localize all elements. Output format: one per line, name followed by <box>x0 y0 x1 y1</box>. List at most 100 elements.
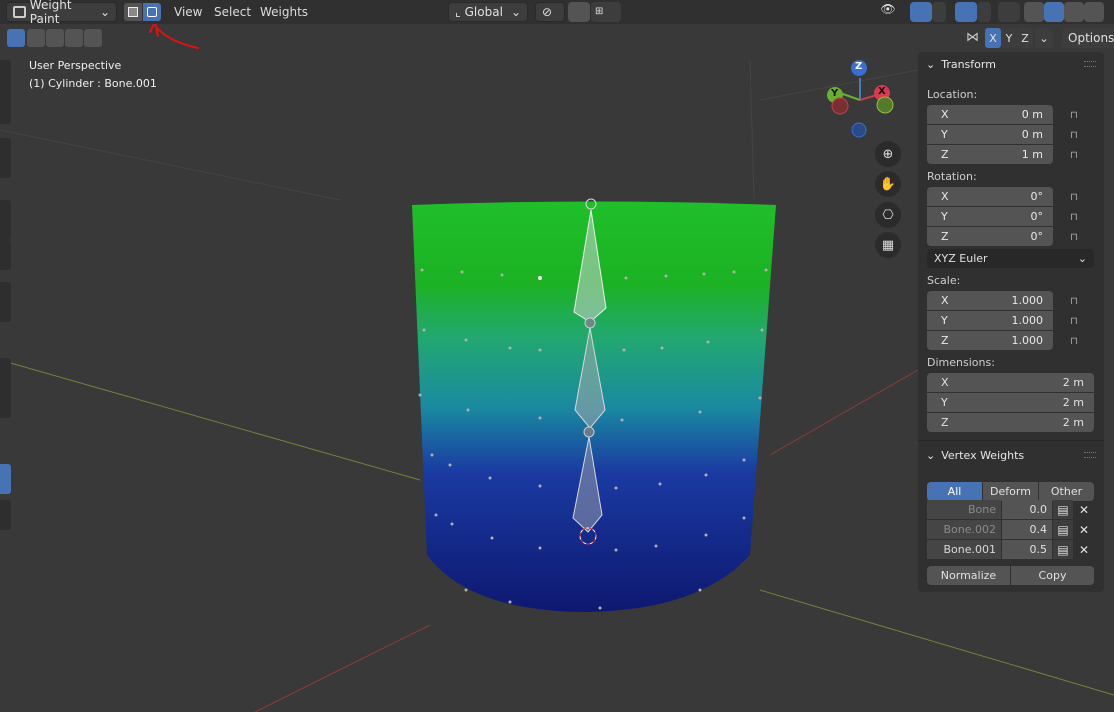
rotation-y-field[interactable]: Y 0° <box>927 207 1053 226</box>
overlay-toggle[interactable] <box>955 2 977 22</box>
bone-weight-value[interactable]: 0.0 <box>1002 500 1052 519</box>
lock-icon[interactable]: ⊓ <box>1070 296 1084 307</box>
bone-name[interactable]: Bone.001 <box>927 540 1001 559</box>
axis-label: X <box>941 190 949 203</box>
rotation-x-field[interactable]: X 0° <box>927 187 1053 206</box>
menu-view[interactable]: View <box>168 2 208 22</box>
options-button[interactable]: Options <box>1062 28 1114 48</box>
drag-handle-icon[interactable] <box>1084 61 1096 67</box>
lock-icon[interactable]: ⊓ <box>1070 130 1084 141</box>
tab-other[interactable]: Other <box>1039 482 1094 501</box>
transform-orientation-dropdown[interactable]: ⌞ Global ⌄ <box>448 2 528 22</box>
pan-button[interactable]: ✋ <box>875 171 901 197</box>
tab-deform[interactable]: Deform <box>983 482 1038 501</box>
mirror-dropdown[interactable]: ⌄ <box>1035 28 1053 48</box>
field-value: 0° <box>1030 210 1044 223</box>
field-value: 1 m <box>1021 148 1043 161</box>
link-icon: ⊘ <box>542 5 553 19</box>
vertex-weights-actions: Normalize Copy <box>927 566 1094 585</box>
lock-icon[interactable]: ⊓ <box>1070 316 1084 327</box>
sidebar-panel: ⌄ Transform Location: X 0 m Y 0 m Z 1 m ⊓ ⊓… <box>918 52 1104 592</box>
remove-icon[interactable]: ✕ <box>1074 540 1094 559</box>
gizmo-z-label: Z <box>855 61 863 72</box>
rotation-z-field[interactable]: Z 0° <box>927 227 1053 246</box>
snap-toggle[interactable] <box>568 2 590 22</box>
select-subtract-icon[interactable] <box>46 29 64 47</box>
lock-icon[interactable]: ⊓ <box>1070 192 1084 203</box>
lock-icon[interactable]: ⊓ <box>1070 150 1084 161</box>
lock-icon[interactable]: ⊓ <box>1070 110 1084 121</box>
paste-icon[interactable]: ▤ <box>1053 540 1073 559</box>
tab-all[interactable]: All <box>927 482 982 501</box>
mirror-y-toggle[interactable]: Y <box>1001 28 1017 48</box>
vertex-weights-header[interactable]: ⌄ Vertex Weights <box>926 449 1024 462</box>
snap-dropdown[interactable]: ⊞ <box>591 2 621 22</box>
hand-icon: ✋ <box>879 176 897 192</box>
location-x-field[interactable]: X 0 m <box>927 105 1053 124</box>
camera-icon: ⎔ <box>882 207 894 223</box>
field-value: 1.000 <box>1011 314 1044 327</box>
shading-wireframe[interactable] <box>1024 2 1044 22</box>
vertex-select-toggle[interactable] <box>143 3 161 21</box>
scale-x-field[interactable]: X 1.000 <box>927 291 1053 310</box>
mirror-x-toggle[interactable]: X <box>985 28 1001 48</box>
select-extend-icon[interactable] <box>27 29 45 47</box>
perspective-toggle-button[interactable]: ▦ <box>875 232 901 258</box>
visibility-button[interactable]: 👁 <box>872 2 904 22</box>
chevron-down-icon: ⌄ <box>1077 252 1087 265</box>
tool-smear[interactable] <box>0 200 11 240</box>
shading-rendered[interactable] <box>1084 2 1104 22</box>
shading-material[interactable] <box>1064 2 1084 22</box>
mesh-select-toggle[interactable] <box>124 3 142 21</box>
gizmo-dropdown[interactable] <box>932 2 946 22</box>
drag-handle-icon[interactable] <box>1084 452 1096 458</box>
overlay-dropdown[interactable] <box>977 2 991 22</box>
tool-annotate[interactable] <box>0 358 11 418</box>
paste-icon[interactable]: ▤ <box>1053 500 1073 519</box>
lock-icon[interactable]: ⊓ <box>1070 212 1084 223</box>
location-z-field[interactable]: Z 1 m <box>927 145 1053 164</box>
mirror-icon[interactable]: ⋈ <box>966 30 979 45</box>
tool-transform[interactable] <box>0 500 11 530</box>
copy-button[interactable]: Copy <box>1011 566 1094 585</box>
tool-active[interactable] <box>0 464 11 494</box>
tool-blur[interactable] <box>0 138 11 178</box>
mode-dropdown[interactable]: Weight Paint ⌄ <box>6 0 117 26</box>
lock-icon[interactable]: ⊓ <box>1070 336 1084 347</box>
bone-weight-value[interactable]: 0.5 <box>1002 540 1052 559</box>
zoom-button[interactable]: ⊕ <box>875 141 901 167</box>
bone-weight-value[interactable]: 0.4 <box>1002 520 1052 539</box>
tool-gradient[interactable] <box>0 240 11 270</box>
scale-z-field[interactable]: Z 1.000 <box>927 331 1053 350</box>
remove-icon[interactable]: ✕ <box>1074 520 1094 539</box>
paste-icon[interactable]: ▤ <box>1053 520 1073 539</box>
gizmo-toggle[interactable] <box>910 2 932 22</box>
shading-solid[interactable] <box>1044 2 1064 22</box>
tool-draw[interactable] <box>0 60 11 124</box>
dimension-z-field[interactable]: Z 2 m <box>927 413 1094 432</box>
chevron-down-icon: ⌄ <box>510 5 521 19</box>
normalize-button[interactable]: Normalize <box>927 566 1010 585</box>
scale-label: Scale: <box>927 274 961 287</box>
dimension-y-field[interactable]: Y 2 m <box>927 393 1094 412</box>
dimension-x-field[interactable]: X 2 m <box>927 373 1094 392</box>
bone-name[interactable]: Bone.002 <box>927 520 1001 539</box>
field-value: 1.000 <box>1011 334 1044 347</box>
remove-icon[interactable]: ✕ <box>1074 500 1094 519</box>
menu-weights[interactable]: Weights <box>254 2 314 22</box>
select-invert-icon[interactable] <box>65 29 83 47</box>
xray-toggle[interactable] <box>998 2 1020 22</box>
rotation-mode-dropdown[interactable]: XYZ Euler ⌄ <box>927 249 1094 268</box>
select-box-icon[interactable] <box>7 29 25 47</box>
mirror-z-toggle[interactable]: Z <box>1017 28 1033 48</box>
menu-select[interactable]: Select <box>208 2 257 22</box>
tool-sample[interactable] <box>0 282 11 322</box>
transform-header[interactable]: ⌄ Transform <box>926 58 996 71</box>
bone-name[interactable]: Bone <box>927 500 1001 519</box>
location-y-field[interactable]: Y 0 m <box>927 125 1053 144</box>
camera-view-button[interactable]: ⎔ <box>875 202 901 228</box>
pivot-dropdown[interactable]: ⊘ <box>535 2 565 22</box>
scale-y-field[interactable]: Y 1.000 <box>927 311 1053 330</box>
select-intersect-icon[interactable] <box>84 29 102 47</box>
lock-icon[interactable]: ⊓ <box>1070 232 1084 243</box>
